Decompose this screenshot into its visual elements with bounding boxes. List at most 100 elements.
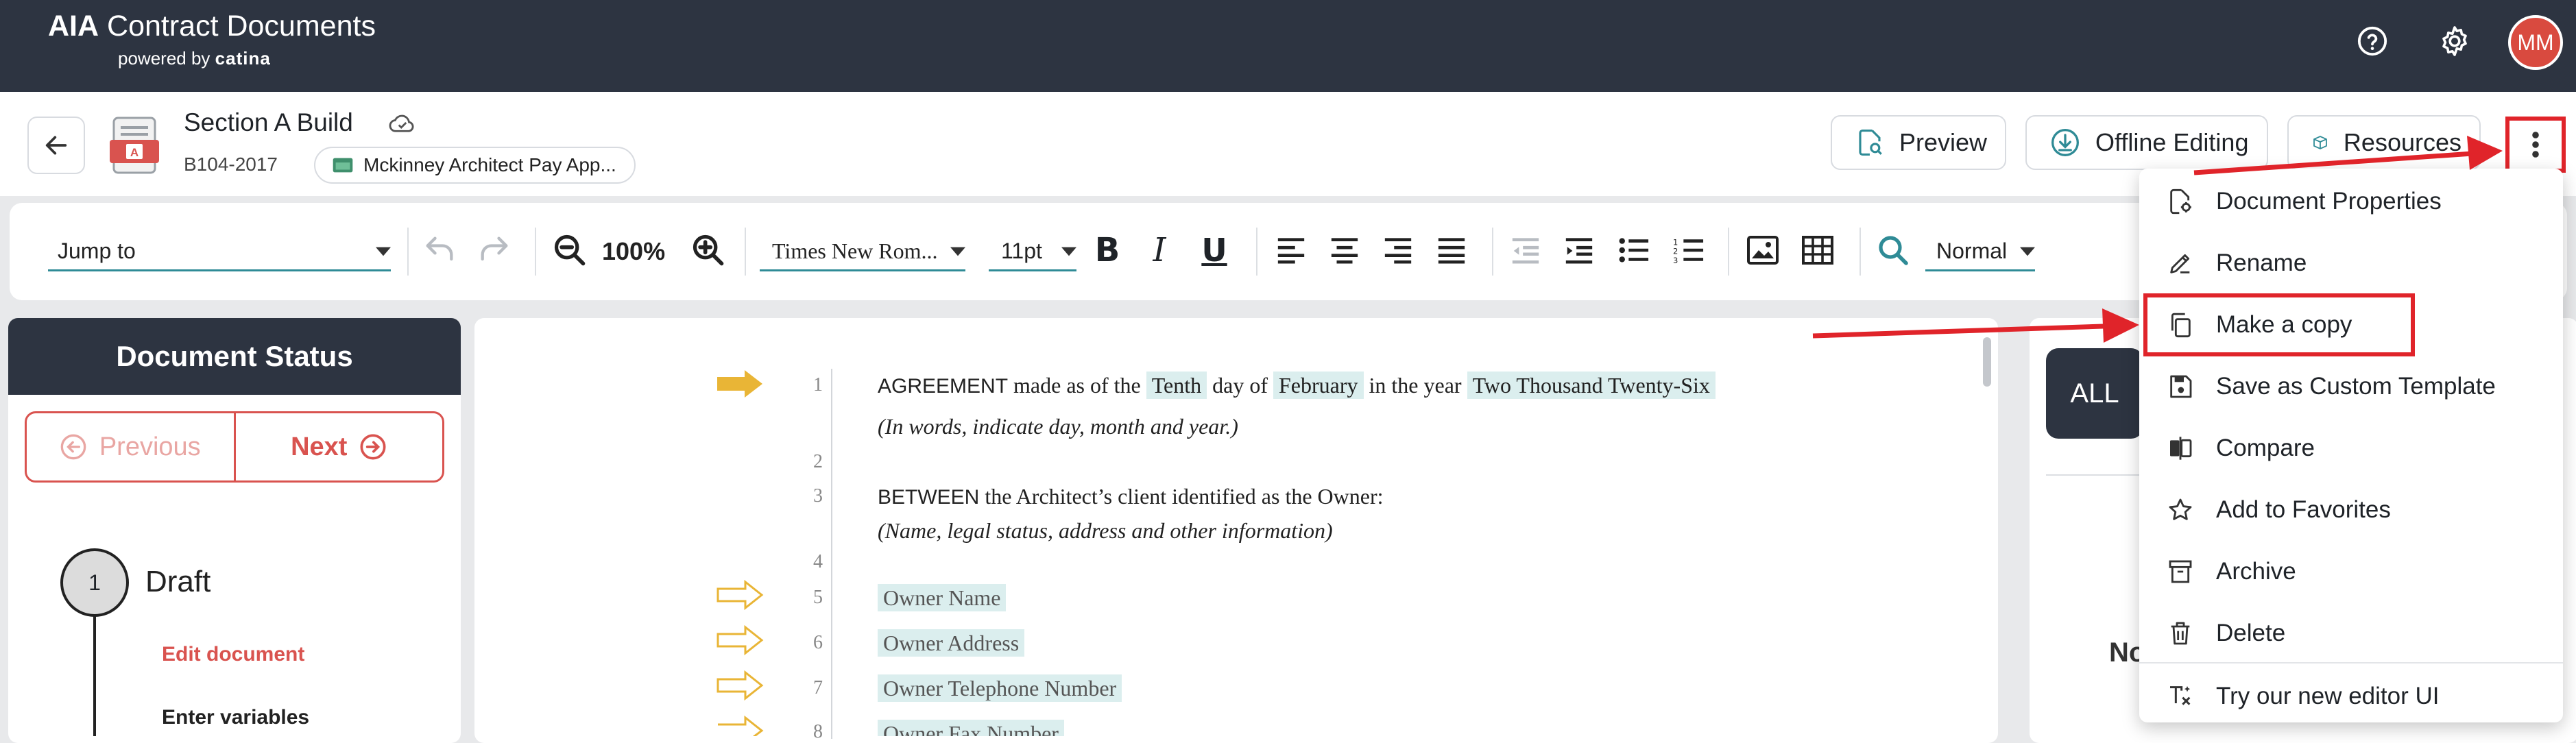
help-icon[interactable] — [2352, 21, 2393, 62]
font-size-dropdown[interactable]: 11pt — [989, 233, 1076, 271]
day-variable[interactable]: Tenth — [1146, 372, 1207, 399]
chevron-down-icon — [376, 247, 391, 256]
save-icon — [2165, 372, 2195, 402]
numbered-list-icon[interactable]: 123 — [1668, 229, 1710, 271]
step-label: Draft — [145, 565, 211, 598]
line-number: 2 — [813, 451, 823, 472]
previous-button[interactable]: Previous — [27, 413, 236, 480]
bullet-list-icon[interactable] — [1613, 229, 1655, 271]
filter-all-tab[interactable]: ALL — [2046, 348, 2143, 439]
owner-instruction: (Name, legal status, address and other i… — [878, 518, 1333, 543]
archive-icon — [2165, 557, 2195, 587]
next-button[interactable]: Next — [236, 413, 443, 480]
menu-item-document-properties[interactable]: Document Properties — [2139, 171, 2563, 232]
menu-item-archive[interactable]: Archive — [2139, 541, 2563, 602]
substep-edit-document[interactable]: Edit document — [162, 643, 304, 666]
line-number: 4 — [813, 551, 823, 572]
undo-icon[interactable] — [418, 229, 461, 271]
toolbar-divider — [1492, 228, 1493, 276]
preview-icon — [1859, 129, 1882, 156]
line-number: 8 — [813, 721, 823, 742]
between-line: BETWEEN the Architect’s client identifie… — [878, 484, 1384, 509]
variable-arrow-icon[interactable] — [716, 624, 764, 659]
line-number: 6 — [813, 632, 823, 653]
step-number-badge: 1 — [60, 548, 129, 617]
document-code: B104-2017 — [184, 154, 278, 175]
menu-item-new-editor[interactable]: Try our new editor UI — [2139, 666, 2563, 727]
more-vertical-icon — [2532, 132, 2539, 158]
zoom-out-icon[interactable] — [549, 229, 591, 271]
pencil-icon — [2165, 248, 2195, 278]
preview-button[interactable]: Preview — [1831, 115, 2006, 170]
chevron-down-icon — [2020, 247, 2035, 256]
paragraph-style-dropdown[interactable]: Normal — [1925, 233, 2035, 271]
document-status-title: Document Status — [8, 318, 461, 395]
line-number: 3 — [813, 485, 823, 507]
annotation-highlight-box — [2143, 293, 2415, 356]
zoom-in-icon[interactable] — [687, 229, 730, 271]
align-justify-icon[interactable] — [1430, 229, 1473, 271]
download-icon — [2051, 129, 2079, 156]
menu-item-add-to-favorites[interactable]: Add to Favorites — [2139, 480, 2563, 540]
box-icon — [2313, 136, 2327, 149]
svg-text:3: 3 — [1673, 256, 1678, 265]
user-avatar[interactable]: MM — [2508, 15, 2563, 70]
search-icon[interactable] — [1872, 229, 1914, 271]
year-variable[interactable]: Two Thousand Twenty-Six — [1467, 372, 1716, 399]
step-connector — [93, 614, 96, 736]
menu-item-compare[interactable]: Compare — [2139, 418, 2563, 478]
brand-logo[interactable]: AIA Contract Documents — [48, 10, 376, 43]
font-family-dropdown[interactable]: Times New Rom... — [760, 233, 965, 271]
variable-arrow-icon[interactable] — [716, 579, 764, 613]
bold-icon[interactable]: B — [1086, 229, 1129, 271]
line-number-rule — [831, 369, 832, 739]
toolbar-divider — [535, 228, 536, 276]
month-variable[interactable]: February — [1273, 372, 1364, 399]
jump-to-dropdown[interactable]: Jump to — [48, 233, 391, 271]
insert-image-icon[interactable] — [1742, 229, 1784, 271]
insert-table-icon[interactable] — [1796, 229, 1839, 271]
star-icon — [2165, 495, 2195, 525]
owner-address-variable[interactable]: Owner Address — [878, 629, 1025, 657]
toolbar-divider — [1256, 228, 1257, 276]
agreement-instruction: (In words, indicate day, month and year.… — [878, 414, 1238, 439]
svg-text:A: A — [130, 146, 139, 159]
app-top-bar — [0, 0, 2576, 92]
document-title[interactable]: Section A Build — [184, 108, 353, 137]
toolbar-divider — [1859, 228, 1861, 276]
align-left-icon[interactable] — [1270, 229, 1312, 271]
substep-enter-variables[interactable]: Enter variables — [162, 706, 309, 729]
redo-icon[interactable] — [473, 229, 516, 271]
owner-name-variable[interactable]: Owner Name — [878, 584, 1007, 611]
editor-scrollbar[interactable] — [1983, 337, 1991, 387]
italic-icon[interactable]: I — [1138, 229, 1181, 271]
variable-arrow-icon[interactable] — [716, 670, 764, 704]
project-name: Mckinney Architect Pay App... — [363, 154, 616, 175]
arrow-right-circle-icon — [360, 434, 386, 460]
arrow-left-circle-icon — [60, 434, 86, 460]
underline-icon[interactable]: U — [1193, 229, 1236, 271]
compare-icon — [2165, 433, 2195, 463]
offline-editing-button[interactable]: Offline Editing — [2025, 115, 2268, 170]
step-navigation: Previous Next — [25, 411, 444, 483]
align-center-icon[interactable] — [1323, 229, 1366, 271]
menu-item-delete[interactable]: Delete — [2139, 603, 2563, 663]
document-settings-icon — [2165, 186, 2195, 217]
document-type-icon: A — [108, 117, 160, 179]
current-line-arrow-icon — [716, 369, 764, 402]
align-right-icon[interactable] — [1377, 229, 1419, 271]
project-chip[interactable]: Mckinney Architect Pay App... — [314, 147, 636, 184]
owner-fax-variable[interactable]: Owner Fax Number — [878, 720, 1064, 736]
owner-telephone-variable[interactable]: Owner Telephone Number — [878, 674, 1122, 702]
chevron-down-icon — [1061, 247, 1076, 256]
outdent-icon[interactable] — [1504, 229, 1547, 271]
back-button[interactable] — [27, 117, 85, 174]
indent-icon[interactable] — [1558, 229, 1600, 271]
more-options-button[interactable] — [2505, 117, 2566, 173]
gear-icon[interactable] — [2434, 21, 2475, 62]
menu-item-save-as-template[interactable]: Save as Custom Template — [2139, 356, 2563, 417]
resources-button[interactable]: Resources — [2287, 115, 2481, 170]
menu-item-rename[interactable]: Rename — [2139, 233, 2563, 293]
toolbar-divider — [745, 228, 746, 276]
arrow-left-icon — [45, 136, 67, 155]
